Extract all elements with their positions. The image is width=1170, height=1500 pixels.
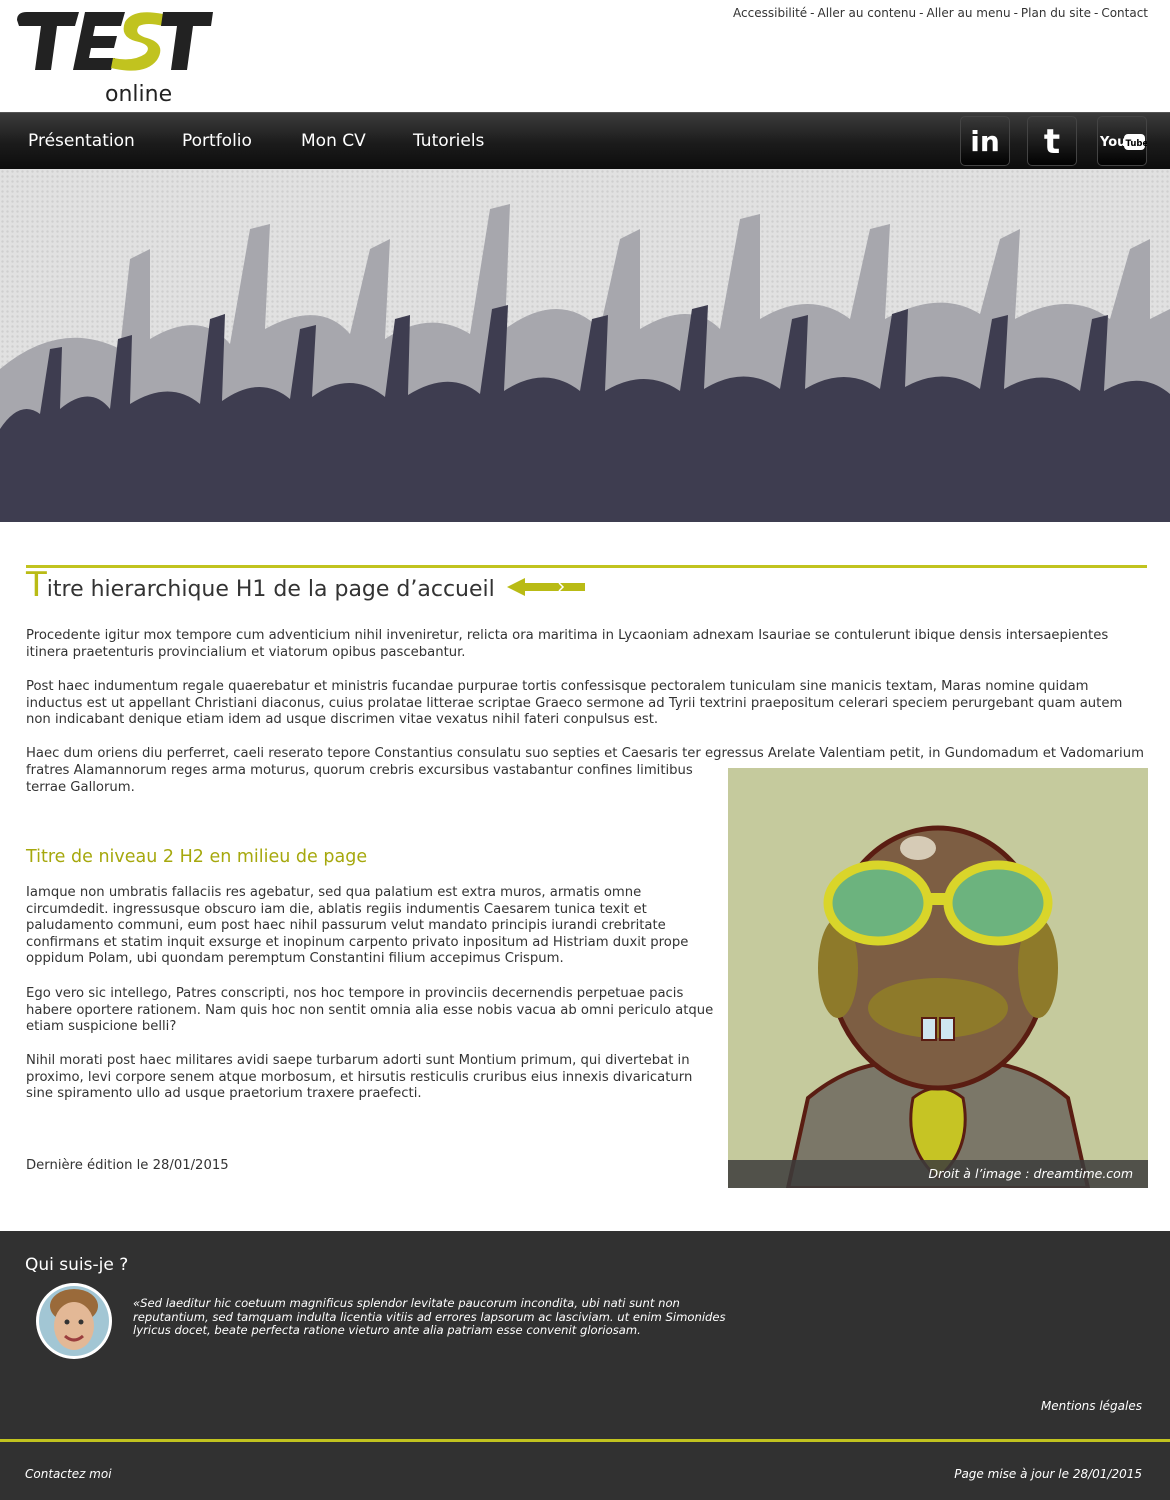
- linkedin-icon[interactable]: in: [960, 116, 1010, 166]
- page-title-initial: T: [26, 565, 47, 605]
- arrow-left-icon: [507, 578, 585, 596]
- svg-text:online: online: [105, 82, 172, 106]
- twitter-icon[interactable]: t: [1027, 116, 1077, 166]
- youtube-icon[interactable]: You Tube: [1097, 116, 1149, 166]
- svg-text:You: You: [1099, 135, 1126, 150]
- logo-graphic: online: [17, 12, 213, 107]
- site-header: online Accessibilité - Aller au contenu - Al…: [0, 0, 1170, 112]
- toplink-menu[interactable]: Aller au menu: [926, 6, 1010, 20]
- bottom-bar: Contactez moi Page mise à jour le 28/01/…: [0, 1442, 1170, 1500]
- hero-banner: [0, 169, 1170, 522]
- section-subtitle: Titre de niveau 2 H2 en milieu de page: [26, 847, 368, 867]
- paragraph-5: Ego vero sic intellego, Patres conscript…: [26, 986, 714, 1035]
- page-title-text: itre hierarchique H1 de la page d’accuei…: [46, 577, 495, 602]
- paragraph-3a: Haec dum oriens diu perferret, caeli res…: [26, 746, 1144, 761]
- nav-item-portfolio[interactable]: Portfolio: [182, 113, 252, 170]
- update-date: Page mise à jour le 28/01/2015: [954, 1467, 1142, 1481]
- legal-link[interactable]: Mentions légales: [1041, 1399, 1142, 1413]
- paragraph-4: Iamque non umbratis fallaciis res agebat…: [26, 885, 689, 967]
- nav-item-presentation[interactable]: Présentation: [28, 113, 135, 170]
- contact-link[interactable]: Contactez moi: [25, 1467, 112, 1481]
- avatar-photo: [39, 1286, 109, 1356]
- site-logo[interactable]: online: [13, 8, 213, 107]
- paragraph-6: Nihil morati post haec militares avidi s…: [26, 1053, 693, 1102]
- toplink-plan[interactable]: Plan du site: [1021, 6, 1091, 20]
- footer: Qui suis-je ? «Sed laeditur hic coetuum …: [0, 1231, 1170, 1439]
- toplink-accessibilite[interactable]: Accessibilité: [733, 6, 807, 20]
- nav-item-tutoriels[interactable]: Tutoriels: [413, 113, 484, 170]
- svg-text:t: t: [1044, 122, 1060, 162]
- paragraph-2: Post haec indumentum regale quaerebatur …: [26, 679, 1123, 728]
- paragraph-1: Procedente igitur mox tempore cum advent…: [26, 628, 1109, 660]
- page-title: Titre hierarchique H1 de la page d’accue…: [26, 568, 495, 602]
- avatar: [36, 1283, 112, 1359]
- toplink-contact[interactable]: Contact: [1101, 6, 1148, 20]
- toplink-contenu[interactable]: Aller au contenu: [818, 6, 917, 20]
- nav-item-cv[interactable]: Mon CV: [301, 113, 366, 170]
- main-nav: Présentation Portfolio Mon CV Tutoriels …: [0, 112, 1170, 169]
- crowd-image: [0, 204, 1170, 522]
- top-links: Accessibilité - Aller au contenu - Aller au …: [733, 6, 1148, 20]
- image-caption: Droit à l’image : dreamtime.com: [728, 1160, 1148, 1188]
- illustration: Droit à l’image : dreamtime.com: [728, 768, 1148, 1188]
- footer-quote: «Sed laeditur hic coetuum magnificus spl…: [133, 1296, 726, 1337]
- svg-text:in: in: [970, 125, 1000, 158]
- svg-text:Tube: Tube: [1126, 139, 1148, 149]
- footer-title: Qui suis-je ?: [25, 1255, 129, 1275]
- paragraph-3b: fratres Alamannorum reges arma moturus, …: [26, 763, 693, 795]
- last-edit-date: Dernière édition le 28/01/2015: [26, 1158, 229, 1173]
- walrus-illustration: [785, 825, 1091, 1188]
